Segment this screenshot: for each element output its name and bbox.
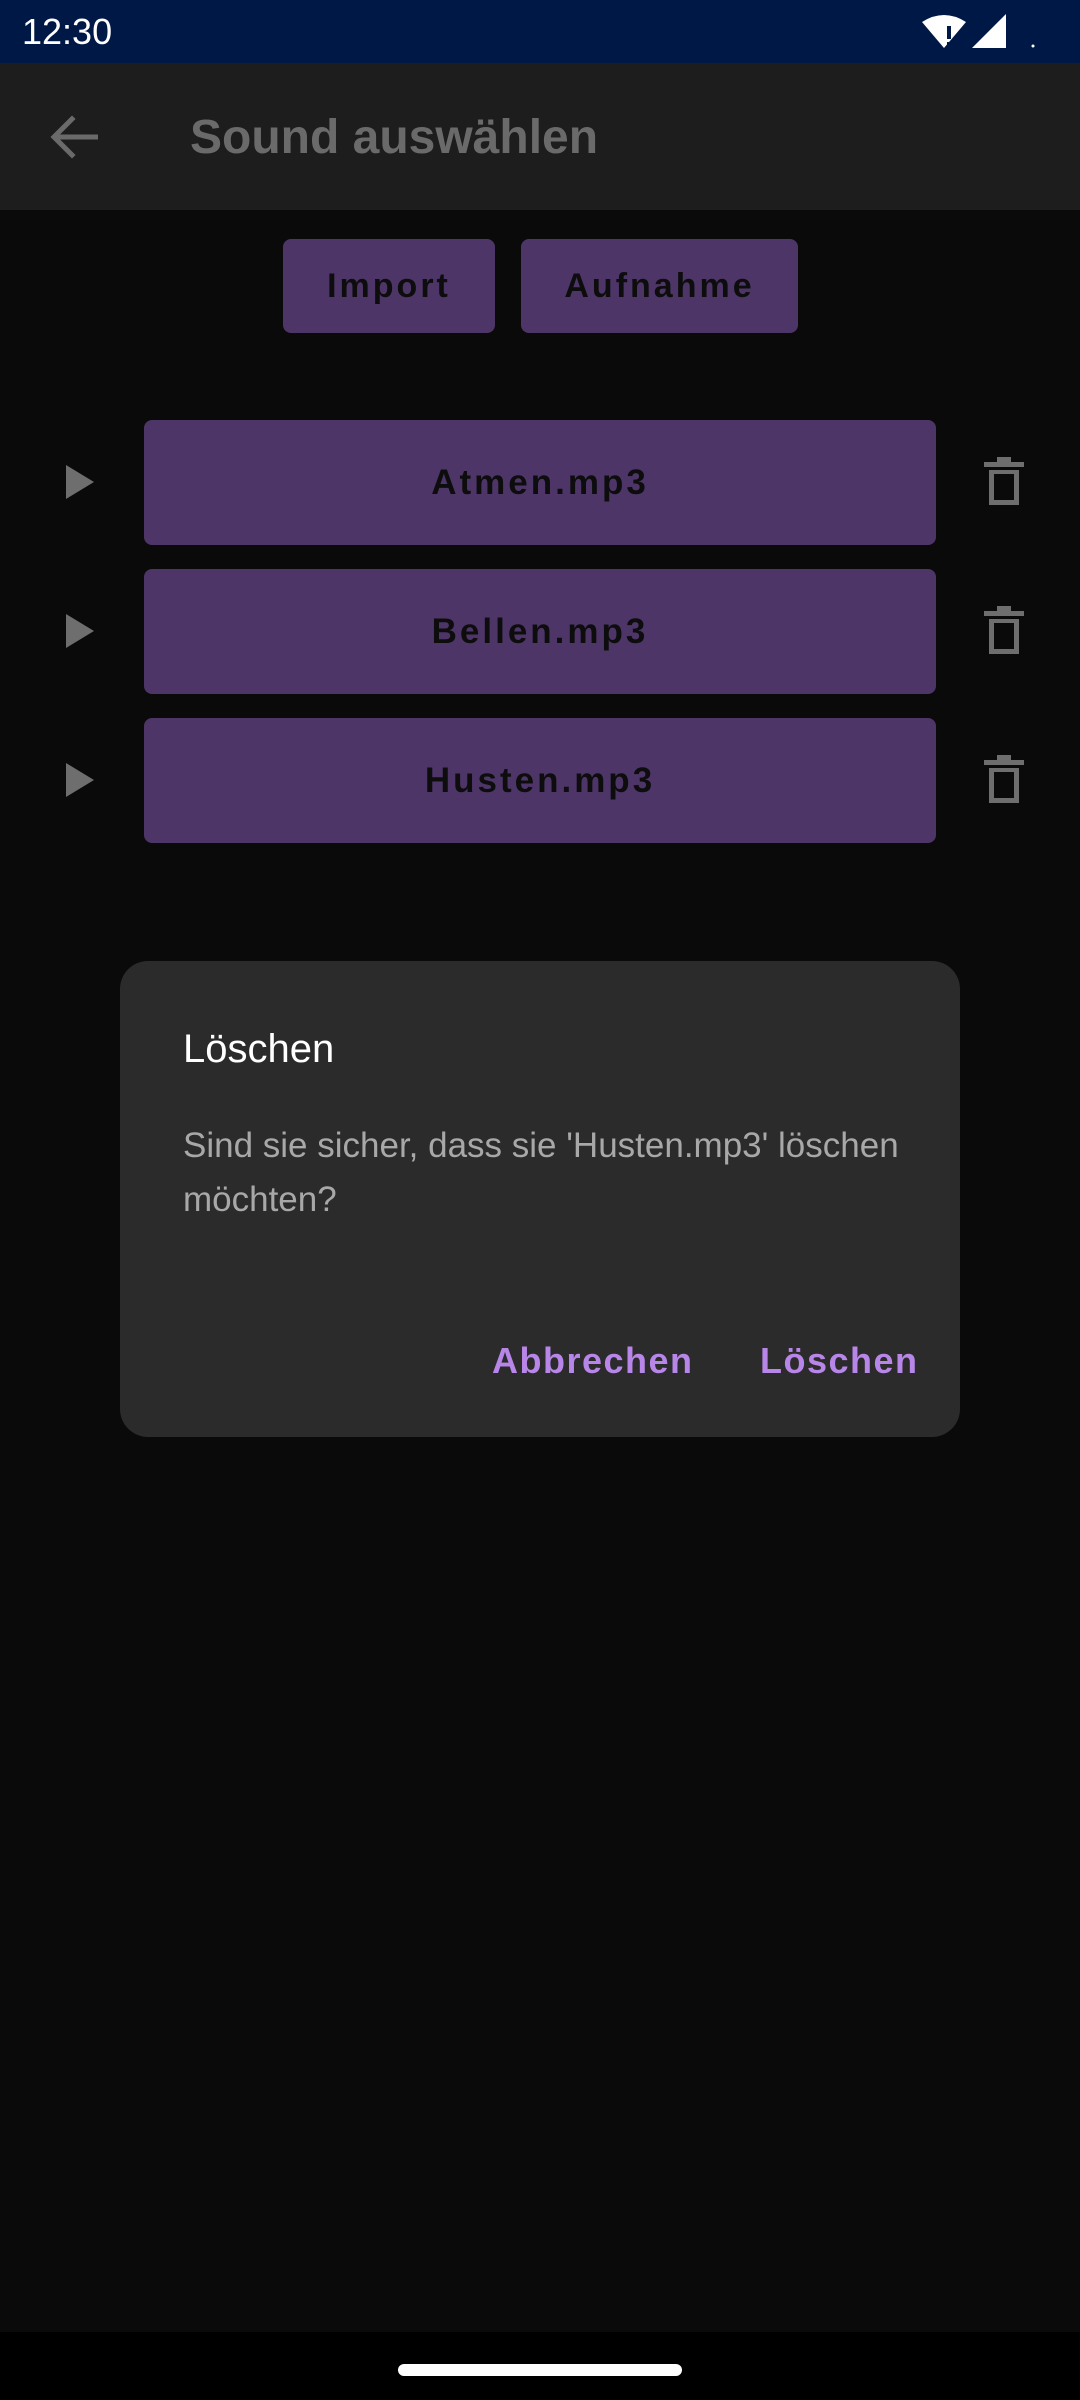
- play-icon: [66, 614, 94, 648]
- app-bar: Sound auswählen: [0, 63, 1080, 210]
- status-bar: 12:30: [0, 0, 1080, 63]
- play-icon: [66, 763, 94, 797]
- cellular-signal-icon: [972, 14, 1006, 48]
- delete-button[interactable]: [976, 748, 1032, 812]
- home-indicator[interactable]: [398, 2364, 682, 2376]
- delete-button[interactable]: [976, 450, 1032, 514]
- arrow-back-icon: [50, 115, 98, 159]
- play-button[interactable]: [54, 754, 106, 806]
- play-icon: [66, 465, 94, 499]
- sound-button[interactable]: Husten.mp3: [144, 718, 936, 843]
- cancel-button[interactable]: Abbrechen: [492, 1329, 694, 1393]
- list-item: Husten.mp3: [0, 718, 1080, 843]
- sound-button[interactable]: Atmen.mp3: [144, 420, 936, 545]
- confirm-delete-button[interactable]: Löschen: [760, 1329, 919, 1393]
- trash-icon: [984, 606, 1024, 654]
- back-button[interactable]: [36, 99, 112, 175]
- import-button[interactable]: Import: [283, 239, 495, 333]
- play-button[interactable]: [54, 605, 106, 657]
- navigation-bar: [0, 2332, 1080, 2400]
- status-time: 12:30: [22, 11, 113, 52]
- page-title: Sound auswählen: [190, 111, 599, 164]
- status-icons: [920, 12, 1040, 52]
- play-button[interactable]: [54, 456, 106, 508]
- list-item: Bellen.mp3: [0, 569, 1080, 694]
- trash-icon: [984, 755, 1024, 803]
- wifi-alert-icon: [922, 15, 966, 48]
- dialog-message: Sind sie sicher, dass sie 'Husten.mp3' l…: [183, 1126, 899, 1219]
- dialog-title: Löschen: [183, 1027, 335, 1071]
- list-item: Atmen.mp3: [0, 420, 1080, 545]
- sound-button[interactable]: Bellen.mp3: [144, 569, 936, 694]
- record-button[interactable]: Aufnahme: [521, 239, 798, 333]
- screen: 12:30 Sound auswählen Import Aufnahme At…: [0, 0, 1080, 2400]
- delete-dialog: Löschen Sind sie sicher, dass sie 'Huste…: [120, 961, 960, 1437]
- delete-button[interactable]: [976, 599, 1032, 663]
- trash-icon: [984, 457, 1024, 505]
